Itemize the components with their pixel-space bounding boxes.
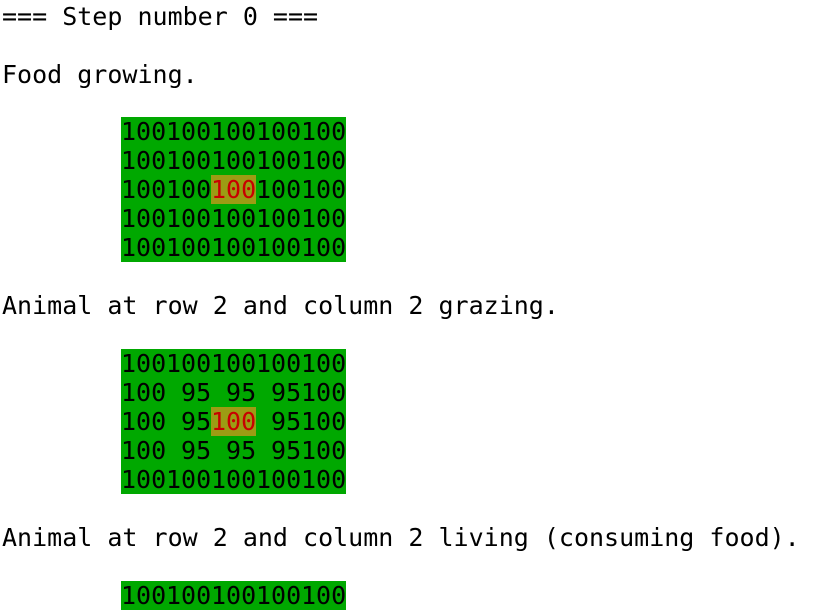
grid-cell: 100 <box>256 465 302 494</box>
grid-cell: 100 <box>166 117 212 146</box>
grid-cell: 100 <box>256 204 302 233</box>
grid-cell: 100 <box>121 407 167 436</box>
grid-cell: 100 <box>211 465 257 494</box>
grid-cell: 100 <box>166 146 212 175</box>
grid-cell: 100 <box>301 349 347 378</box>
food-grid-growing: 100100100100100 100100100100100 1001001001… <box>121 117 346 262</box>
grid-cell: 100 <box>166 581 212 610</box>
step-header: === Step number 0 === <box>2 2 319 31</box>
grid-cell: 100 <box>121 436 167 465</box>
grid-cell: 100 <box>256 117 302 146</box>
grid-cell: 100 <box>301 146 347 175</box>
grid-cell: 100 <box>256 175 302 204</box>
grid-cell: 100 <box>301 581 347 610</box>
grid-cell: 100 <box>211 204 257 233</box>
grid-cell: 100 <box>301 233 347 262</box>
grid-cell: 100 <box>121 233 167 262</box>
grid-cell: 100 <box>166 349 212 378</box>
grid-row: 100100100100100 <box>121 581 346 610</box>
message-animal-living: Animal at row 2 and column 2 living (con… <box>2 523 800 552</box>
animal-cell: 100 <box>211 175 257 204</box>
grid-cell: 100 <box>166 233 212 262</box>
grid-cell: 100 <box>211 146 257 175</box>
grid-row: 100100100100100 <box>121 175 346 204</box>
grid-cell: 100 <box>121 349 167 378</box>
grid-cell: 95 <box>256 378 302 407</box>
grid-row: 100 95100 95100 <box>121 407 346 436</box>
food-grid-living: 100100100100100 <box>121 581 346 610</box>
grid-cell: 95 <box>256 436 302 465</box>
grid-row: 100100100100100 <box>121 204 346 233</box>
grid-cell: 100 <box>121 117 167 146</box>
grid-cell: 100 <box>256 233 302 262</box>
grid-cell: 100 <box>301 465 347 494</box>
grid-cell: 100 <box>256 581 302 610</box>
message-animal-grazing: Animal at row 2 and column 2 grazing. <box>2 291 559 320</box>
grid-cell: 95 <box>256 407 302 436</box>
grid-cell: 100 <box>256 146 302 175</box>
grid-cell: 95 <box>211 378 257 407</box>
grid-cell: 100 <box>121 465 167 494</box>
grid-cell: 100 <box>121 581 167 610</box>
grid-cell: 100 <box>301 436 347 465</box>
grid-row: 100100100100100 <box>121 349 346 378</box>
grid-cell: 100 <box>121 175 167 204</box>
grid-cell: 95 <box>166 436 212 465</box>
grid-row: 100100100100100 <box>121 146 346 175</box>
grid-row: 100100100100100 <box>121 233 346 262</box>
grid-cell: 100 <box>211 117 257 146</box>
food-grid-grazing: 100100100100100 100 95 95 95100 100 95100 … <box>121 349 346 494</box>
grid-cell: 100 <box>211 581 257 610</box>
grid-row: 100 95 95 95100 <box>121 378 346 407</box>
grid-cell: 100 <box>166 465 212 494</box>
grid-cell: 100 <box>121 204 167 233</box>
grid-cell: 100 <box>301 378 347 407</box>
grid-row: 100 95 95 95100 <box>121 436 346 465</box>
grid-cell: 95 <box>166 378 212 407</box>
grid-row: 100100100100100 <box>121 117 346 146</box>
grid-cell: 100 <box>211 349 257 378</box>
message-food-growing: Food growing. <box>2 60 198 89</box>
animal-cell: 100 <box>211 407 257 436</box>
grid-row: 100100100100100 <box>121 465 346 494</box>
grid-cell: 100 <box>301 117 347 146</box>
grid-cell: 100 <box>211 233 257 262</box>
grid-cell: 95 <box>211 436 257 465</box>
grid-cell: 95 <box>166 407 212 436</box>
grid-cell: 100 <box>121 378 167 407</box>
grid-cell: 100 <box>166 204 212 233</box>
grid-cell: 100 <box>301 204 347 233</box>
grid-cell: 100 <box>301 407 347 436</box>
grid-cell: 100 <box>256 349 302 378</box>
grid-cell: 100 <box>166 175 212 204</box>
grid-cell: 100 <box>301 175 347 204</box>
grid-cell: 100 <box>121 146 167 175</box>
